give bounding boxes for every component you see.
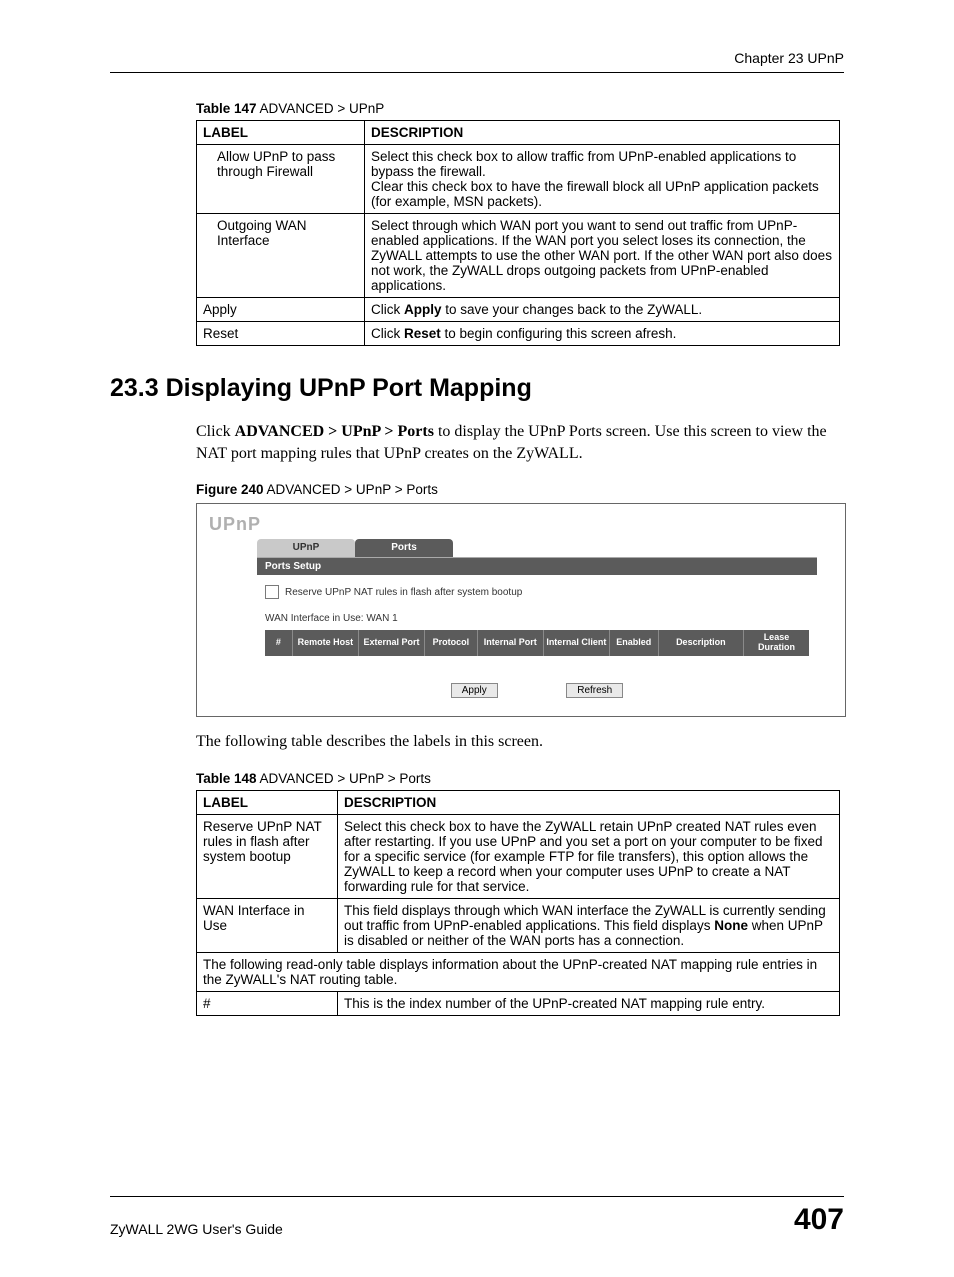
figure-caption: Figure 240 ADVANCED > UPnP > Ports (196, 482, 844, 497)
t148-r2-bold: None (714, 918, 748, 933)
table148: LABEL DESCRIPTION Reserve UPnP NAT rules… (196, 790, 840, 1016)
table147-caption-bold: Table 147 (196, 101, 257, 116)
t148-r1-label: Reserve UPnP NAT rules in flash after sy… (197, 814, 338, 898)
col-internal-client: Internal Client (544, 630, 610, 656)
t147-r0-label: Allow UPnP to pass through Firewall (197, 145, 365, 214)
col-description: Description (659, 630, 744, 656)
table-row: The following read-only table displays i… (197, 952, 840, 991)
table147: LABEL DESCRIPTION Allow UPnP to pass thr… (196, 120, 840, 346)
upnp-ports-screenshot: UPnP UPnP Ports Ports Setup Reserve UPnP… (196, 503, 846, 717)
t148-r2-label: WAN Interface in Use (197, 898, 338, 952)
t147-r2-post: to save your changes back to the ZyWALL. (442, 302, 703, 317)
ui-title: UPnP (209, 514, 835, 535)
chapter-header: Chapter 23 UPnP (110, 50, 844, 73)
t147-r2-pre: Click (371, 302, 404, 317)
col-external-port: External Port (359, 630, 425, 656)
p1-bold: ADVANCED > UPnP > Ports (235, 423, 434, 440)
table147-head-label: LABEL (197, 121, 365, 145)
footer-guide: ZyWALL 2WG User's Guide (110, 1221, 283, 1237)
t147-r3-pre: Click (371, 326, 404, 341)
button-row: Apply Refresh (257, 662, 817, 702)
table147-head-desc: DESCRIPTION (365, 121, 840, 145)
ports-grid-header: # Remote Host External Port Protocol Int… (265, 630, 809, 656)
col-lease-duration: Lease Duration (744, 630, 809, 656)
col-number: # (265, 630, 293, 656)
section-heading: 23.3 Displaying UPnP Port Mapping (110, 374, 844, 403)
table148-caption-bold: Table 148 (196, 771, 257, 786)
panel-body: Reserve UPnP NAT rules in flash after sy… (257, 575, 817, 662)
t147-r0-desc: Select this check box to allow traffic f… (365, 145, 840, 214)
reserve-checkbox-label: Reserve UPnP NAT rules in flash after sy… (285, 587, 522, 598)
t147-r2-bold: Apply (404, 302, 442, 317)
table148-head-label: LABEL (197, 790, 338, 814)
page-footer: ZyWALL 2WG User's Guide 407 (110, 1196, 844, 1237)
t148-r4-desc: This is the index number of the UPnP-cre… (338, 991, 840, 1015)
t147-r1-desc: Select through which WAN port you want t… (365, 214, 840, 298)
table-row: Allow UPnP to pass through Firewall Sele… (197, 145, 840, 214)
t148-span-row: The following read-only table displays i… (197, 952, 840, 991)
t147-r3-bold: Reset (404, 326, 441, 341)
t147-r1-label: Outgoing WAN Interface (197, 214, 365, 298)
col-enabled: Enabled (610, 630, 659, 656)
t148-r4-label: # (197, 991, 338, 1015)
reserve-checkbox-row: Reserve UPnP NAT rules in flash after sy… (265, 585, 809, 599)
t147-r2-desc: Click Apply to save your changes back to… (365, 298, 840, 322)
table-row: Outgoing WAN Interface Select through wh… (197, 214, 840, 298)
tab-upnp[interactable]: UPnP (257, 539, 355, 557)
t147-r3-post: to begin configuring this screen afresh. (441, 326, 677, 341)
t148-r1-desc: Select this check box to have the ZyWALL… (338, 814, 840, 898)
tab-strip: UPnP Ports (257, 539, 835, 557)
p1-pre: Click (196, 423, 235, 440)
table-row: Apply Click Apply to save your changes b… (197, 298, 840, 322)
col-remote-host: Remote Host (293, 630, 359, 656)
table148-head-desc: DESCRIPTION (338, 790, 840, 814)
figure-caption-rest: ADVANCED > UPnP > Ports (264, 482, 438, 497)
table147-caption-rest: ADVANCED > UPnP (257, 101, 385, 116)
col-internal-port: Internal Port (478, 630, 544, 656)
apply-button[interactable]: Apply (451, 683, 498, 698)
tab-ports[interactable]: Ports (355, 539, 453, 557)
footer-page-number: 407 (794, 1203, 844, 1237)
section-para2: The following table describes the labels… (196, 731, 844, 753)
col-protocol: Protocol (425, 630, 478, 656)
t147-r3-label: Reset (197, 322, 365, 346)
table-row: Reset Click Reset to begin configuring t… (197, 322, 840, 346)
table-row: Reserve UPnP NAT rules in flash after sy… (197, 814, 840, 898)
figure-caption-bold: Figure 240 (196, 482, 264, 497)
reserve-checkbox[interactable] (265, 585, 279, 599)
ports-panel: Ports Setup Reserve UPnP NAT rules in fl… (257, 557, 817, 702)
t147-r2-label: Apply (197, 298, 365, 322)
section-para1: Click ADVANCED > UPnP > Ports to display… (196, 421, 844, 464)
t148-r2-desc: This field displays through which WAN in… (338, 898, 840, 952)
refresh-button[interactable]: Refresh (566, 683, 623, 698)
wan-interface-line: WAN Interface in Use: WAN 1 (265, 613, 809, 624)
ports-setup-bar: Ports Setup (257, 558, 817, 575)
table-row: WAN Interface in Use This field displays… (197, 898, 840, 952)
table148-caption-rest: ADVANCED > UPnP > Ports (257, 771, 431, 786)
table147-caption: Table 147 ADVANCED > UPnP (196, 101, 844, 116)
table148-caption: Table 148 ADVANCED > UPnP > Ports (196, 771, 844, 786)
table-row: # This is the index number of the UPnP-c… (197, 991, 840, 1015)
t147-r3-desc: Click Reset to begin configuring this sc… (365, 322, 840, 346)
